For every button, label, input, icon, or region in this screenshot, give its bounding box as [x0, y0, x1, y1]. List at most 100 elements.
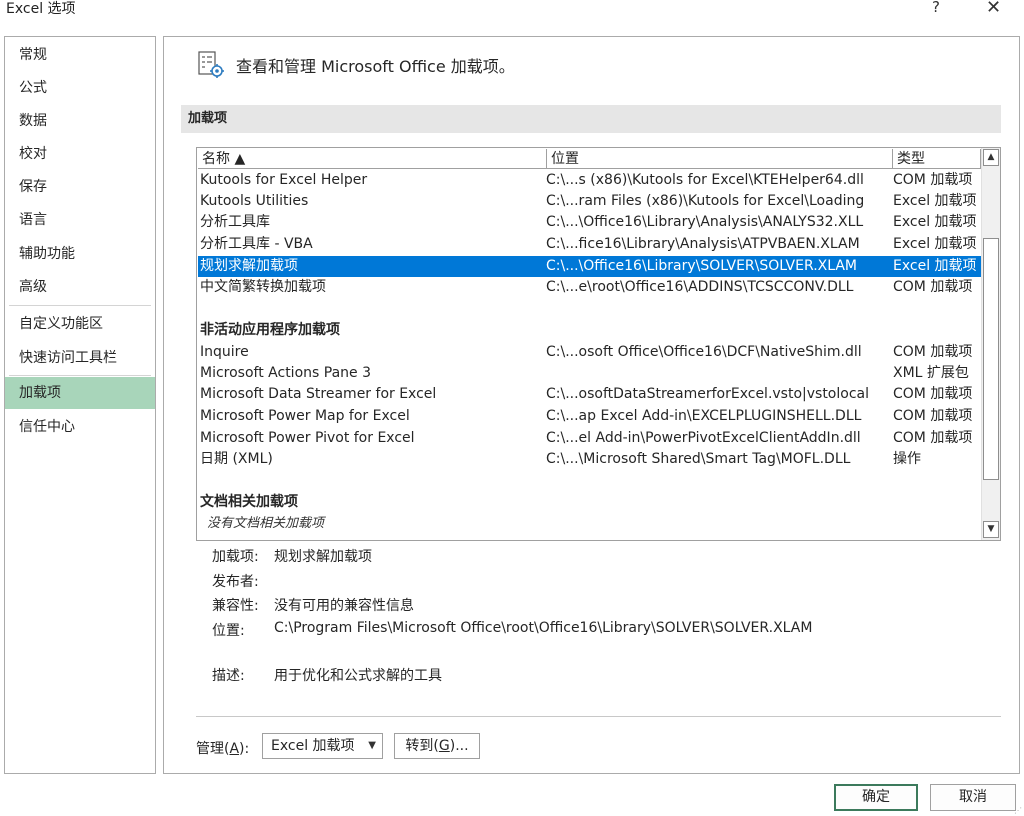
chevron-down-icon: ▼: [368, 740, 376, 751]
addin-type: COM 加载项: [893, 344, 973, 360]
addin-type: COM 加载项: [893, 279, 973, 295]
addin-type: Excel 加载项: [893, 236, 977, 252]
addins-manage-icon: [198, 51, 224, 78]
detail-location-value: C:\Program Files\Microsoft Office\root\O…: [274, 620, 813, 636]
addin-name: 规划求解加载项: [200, 258, 298, 274]
empty-list-text: 没有文档相关加载项: [207, 516, 325, 531]
addin-type: 操作: [893, 451, 921, 467]
sidebar-divider: [9, 375, 151, 376]
goto-label-prefix: 转到(: [405, 738, 439, 754]
sidebar-item-save[interactable]: 保存: [5, 171, 155, 203]
detail-compat-label: 兼容性:: [212, 598, 259, 614]
detail-compat-value: 没有可用的兼容性信息: [274, 598, 414, 614]
list-item[interactable]: 分析工具库 - VBA C:\...fice16\Library\Analysi…: [198, 234, 981, 255]
manage-dropdown-value: Excel 加载项: [271, 738, 355, 754]
column-header-type[interactable]: 类型: [893, 149, 981, 169]
addin-type: Excel 加载项: [893, 193, 977, 209]
sidebar-item-language[interactable]: 语言: [5, 204, 155, 236]
detail-description-value: 用于优化和公式求解的工具: [274, 668, 442, 684]
addin-name: Microsoft Data Streamer for Excel: [200, 386, 437, 402]
addin-name: Microsoft Actions Pane 3: [200, 365, 371, 381]
list-item[interactable]: Kutools for Excel Helper C:\...s (x86)\K…: [198, 170, 981, 191]
resize-grip-icon[interactable]: ⋰: [1014, 806, 1022, 815]
sidebar-item-quick-access-toolbar[interactable]: 快速访问工具栏: [5, 342, 155, 374]
list-item[interactable]: Inquire C:\...osoft Office\Office16\DCF\…: [198, 342, 981, 363]
addin-location: C:\...el Add-in\PowerPivotExcelClientAdd…: [546, 430, 861, 446]
sidebar-item-accessibility[interactable]: 辅助功能: [5, 238, 155, 270]
ok-button[interactable]: 确定: [834, 784, 918, 811]
sidebar-item-proofing[interactable]: 校对: [5, 138, 155, 170]
addin-location: C:\...osoft Office\Office16\DCF\NativeSh…: [546, 344, 862, 360]
help-button[interactable]: ?: [932, 0, 940, 16]
addin-type: COM 加载项: [893, 172, 973, 188]
manage-label-accesskey: A: [229, 741, 240, 757]
page-heading: 查看和管理 Microsoft Office 加载项。: [236, 57, 515, 76]
sidebar-item-general[interactable]: 常规: [5, 39, 155, 71]
manage-label-prefix: 管理(: [196, 741, 230, 757]
list-item[interactable]: Microsoft Power Map for Excel C:\...ap E…: [198, 406, 981, 427]
list-item[interactable]: Microsoft Data Streamer for Excel C:\...…: [198, 384, 981, 405]
addin-name: 中文简繁转换加载项: [200, 279, 326, 295]
addin-name: 日期 (XML): [200, 451, 273, 467]
list-item[interactable]: Microsoft Power Pivot for Excel C:\...el…: [198, 428, 981, 449]
options-sidebar: 常规 公式 数据 校对 保存 语言 辅助功能 高级 自定义功能区 快速访问工具栏…: [4, 36, 156, 774]
detail-addin-label: 加载项:: [212, 549, 259, 565]
addin-name: 分析工具库 - VBA: [200, 236, 313, 252]
addin-name: Inquire: [200, 344, 249, 360]
addin-location: C:\...e\root\Office16\ADDINS\TCSCCONV.DL…: [546, 279, 854, 295]
list-item-selected[interactable]: 规划求解加载项 C:\...\Office16\Library\SOLVER\S…: [198, 256, 981, 277]
addins-panel: 查看和管理 Microsoft Office 加载项。 加载项 名称 ▲ 位置 …: [163, 36, 1020, 774]
manage-dropdown[interactable]: Excel 加载项 ▼: [262, 733, 383, 759]
manage-label-suffix: ):: [239, 741, 250, 757]
scroll-up-icon[interactable]: ▲: [983, 149, 999, 166]
addin-type: Excel 加载项: [893, 214, 977, 230]
addin-location: C:\...ram Files (x86)\Kutools for Excel\…: [546, 193, 865, 209]
sidebar-item-customize-ribbon[interactable]: 自定义功能区: [5, 308, 155, 340]
addin-name: Microsoft Power Map for Excel: [200, 408, 410, 424]
manage-label: 管理(A):: [196, 738, 249, 758]
addin-type: COM 加载项: [893, 430, 973, 446]
detail-addin-value: 规划求解加载项: [274, 549, 372, 565]
addin-name: Kutools for Excel Helper: [200, 172, 368, 188]
sidebar-divider: [9, 305, 151, 306]
window-title: Excel 选项: [6, 1, 76, 17]
addin-location: C:\...ap Excel Add-in\EXCELPLUGINSHELL.D…: [546, 408, 862, 424]
title-bar: Excel 选项 ? ✕: [0, 0, 1024, 22]
sidebar-item-trust-center[interactable]: 信任中心: [5, 411, 155, 443]
addin-name: Kutools Utilities: [200, 193, 309, 209]
list-item[interactable]: 日期 (XML) C:\...\Microsoft Shared\Smart T…: [198, 449, 981, 470]
sidebar-item-data[interactable]: 数据: [5, 105, 155, 137]
addin-location: C:\...\Office16\Library\SOLVER\SOLVER.XL…: [546, 258, 858, 274]
addin-name: 分析工具库: [200, 214, 270, 230]
addin-location: C:\...\Microsoft Shared\Smart Tag\MOFL.D…: [546, 451, 851, 467]
addin-location: C:\...\Office16\Library\Analysis\ANALYS3…: [546, 214, 864, 230]
detail-location-label: 位置:: [212, 623, 245, 639]
sidebar-item-advanced[interactable]: 高级: [5, 271, 155, 303]
sidebar-item-addins[interactable]: 加载项: [5, 377, 155, 409]
group-title-document: 文档相关加载项: [200, 494, 298, 510]
addin-location: C:\...s (x86)\Kutools for Excel\KTEHelpe…: [546, 172, 864, 188]
addin-type: Excel 加载项: [893, 258, 977, 274]
detail-publisher-label: 发布者:: [212, 574, 259, 590]
list-item[interactable]: 中文简繁转换加载项 C:\...e\root\Office16\ADDINS\T…: [198, 277, 981, 298]
scroll-thumb[interactable]: [983, 238, 999, 480]
addin-name: Microsoft Power Pivot for Excel: [200, 430, 415, 446]
list-item[interactable]: Kutools Utilities C:\...ram Files (x86)\…: [198, 191, 981, 212]
sidebar-item-formulas[interactable]: 公式: [5, 72, 155, 104]
column-header-name[interactable]: 名称 ▲: [198, 149, 547, 169]
cancel-button[interactable]: 取消: [930, 784, 1016, 811]
list-item[interactable]: 分析工具库 C:\...\Office16\Library\Analysis\A…: [198, 212, 981, 233]
goto-label-accesskey: G: [438, 738, 450, 754]
addin-type: COM 加载项: [893, 386, 973, 402]
list-item[interactable]: Microsoft Actions Pane 3 XML 扩展包: [198, 363, 981, 384]
goto-button[interactable]: 转到(G)...: [394, 733, 480, 759]
list-scrollbar[interactable]: ▲ ▼: [981, 148, 1000, 540]
section-header-addins: 加载项: [181, 105, 1001, 133]
scroll-down-icon[interactable]: ▼: [983, 521, 999, 538]
addin-location: C:\...fice16\Library\Analysis\ATPVBAEN.X…: [546, 236, 860, 252]
close-button[interactable]: ✕: [986, 0, 1001, 18]
addins-list[interactable]: 名称 ▲ 位置 类型 Kutools for Excel Helper C:\.…: [196, 147, 1001, 541]
group-title-inactive: 非活动应用程序加载项: [200, 322, 340, 338]
detail-description-label: 描述:: [212, 668, 245, 684]
column-header-location[interactable]: 位置: [547, 149, 893, 169]
